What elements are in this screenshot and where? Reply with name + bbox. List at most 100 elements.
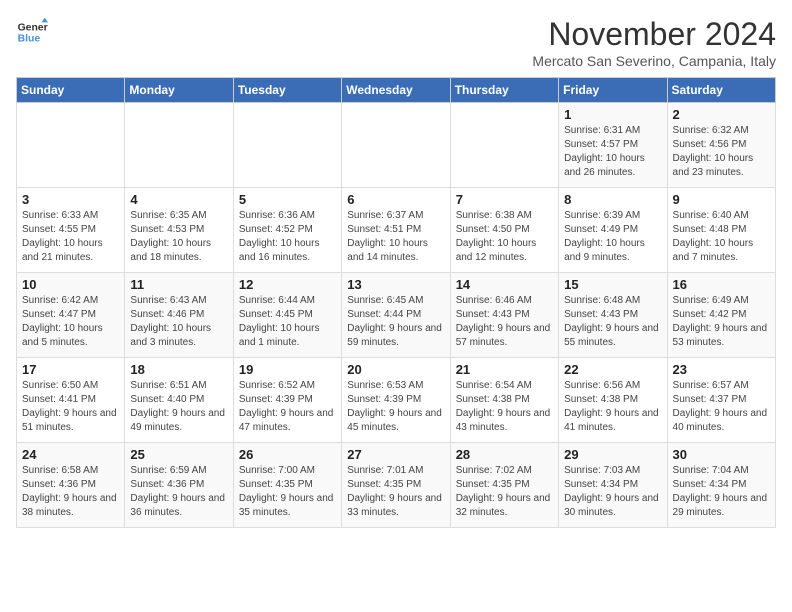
calendar-cell: 30 Sunrise: 7:04 AM Sunset: 4:34 PM Dayli… — [667, 443, 775, 528]
day-number: 24 — [22, 447, 119, 462]
calendar-table: SundayMondayTuesdayWednesdayThursdayFrid… — [16, 77, 776, 528]
day-info: Sunrise: 6:35 AM Sunset: 4:53 PM Dayligh… — [130, 209, 227, 265]
calendar-cell — [450, 103, 558, 188]
day-info: Sunrise: 6:33 AM Sunset: 4:55 PM Dayligh… — [22, 209, 119, 265]
calendar-cell: 4 Sunrise: 6:35 AM Sunset: 4:53 PM Daylig… — [125, 188, 233, 273]
calendar-cell: 13Sunrise: 6:45 AM Sunset: 4:44 PM Dayli… — [342, 273, 450, 358]
calendar-cell: 22 Sunrise: 6:56 AM Sunset: 4:38 PM Dayli… — [559, 358, 667, 443]
logo-icon: General Blue — [16, 16, 48, 48]
calendar-cell: 19Sunrise: 6:52 AM Sunset: 4:39 PM Dayli… — [233, 358, 341, 443]
day-info: Sunrise: 7:00 AM Sunset: 4:35 PM Dayligh… — [239, 464, 336, 520]
calendar-cell: 25 Sunrise: 6:59 AM Sunset: 4:36 PM Dayli… — [125, 443, 233, 528]
day-info: Sunrise: 6:40 AM Sunset: 4:48 PM Dayligh… — [673, 209, 770, 265]
calendar-cell: 16Sunrise: 6:49 AM Sunset: 4:42 PM Dayli… — [667, 273, 775, 358]
day-number: 19 — [239, 362, 336, 377]
calendar-cell: 28 Sunrise: 7:02 AM Sunset: 4:35 PM Dayli… — [450, 443, 558, 528]
calendar-cell: 21 Sunrise: 6:54 AM Sunset: 4:38 PM Dayli… — [450, 358, 558, 443]
day-number: 26 — [239, 447, 336, 462]
svg-text:General: General — [18, 22, 48, 33]
calendar-cell: 5 Sunrise: 6:36 AM Sunset: 4:52 PM Daylig… — [233, 188, 341, 273]
day-info: Sunrise: 7:03 AM Sunset: 4:34 PM Dayligh… — [564, 464, 661, 520]
calendar-cell: 29Sunrise: 7:03 AM Sunset: 4:34 PM Dayli… — [559, 443, 667, 528]
weekday-header-thursday: Thursday — [450, 78, 558, 103]
day-number: 10 — [22, 277, 119, 292]
day-info: Sunrise: 6:51 AM Sunset: 4:40 PM Dayligh… — [130, 379, 227, 435]
day-number: 20 — [347, 362, 444, 377]
calendar-cell: 26 Sunrise: 7:00 AM Sunset: 4:35 PM Dayli… — [233, 443, 341, 528]
day-info: Sunrise: 6:46 AM Sunset: 4:43 PM Dayligh… — [456, 294, 553, 350]
weekday-header-sunday: Sunday — [17, 78, 125, 103]
calendar-cell — [233, 103, 341, 188]
day-number: 14 — [456, 277, 553, 292]
calendar-cell — [125, 103, 233, 188]
day-number: 12 — [239, 277, 336, 292]
day-number: 7 — [456, 192, 553, 207]
day-info: Sunrise: 6:44 AM Sunset: 4:45 PM Dayligh… — [239, 294, 336, 350]
calendar-cell: 11 Sunrise: 6:43 AM Sunset: 4:46 PM Dayli… — [125, 273, 233, 358]
day-number: 23 — [673, 362, 770, 377]
day-number: 16 — [673, 277, 770, 292]
calendar-week-2: 3 Sunrise: 6:33 AM Sunset: 4:55 PM Daylig… — [17, 188, 776, 273]
calendar-cell: 27 Sunrise: 7:01 AM Sunset: 4:35 PM Dayli… — [342, 443, 450, 528]
location-subtitle: Mercato San Severino, Campania, Italy — [532, 53, 776, 69]
day-info: Sunrise: 6:53 AM Sunset: 4:39 PM Dayligh… — [347, 379, 444, 435]
day-info: Sunrise: 6:32 AM Sunset: 4:56 PM Dayligh… — [673, 124, 770, 180]
day-info: Sunrise: 6:48 AM Sunset: 4:43 PM Dayligh… — [564, 294, 661, 350]
day-number: 8 — [564, 192, 661, 207]
day-info: Sunrise: 7:02 AM Sunset: 4:35 PM Dayligh… — [456, 464, 553, 520]
calendar-cell: 23 Sunrise: 6:57 AM Sunset: 4:37 PM Dayli… — [667, 358, 775, 443]
day-info: Sunrise: 6:54 AM Sunset: 4:38 PM Dayligh… — [456, 379, 553, 435]
calendar-cell: 17Sunrise: 6:50 AM Sunset: 4:41 PM Dayli… — [17, 358, 125, 443]
day-info: Sunrise: 6:59 AM Sunset: 4:36 PM Dayligh… — [130, 464, 227, 520]
calendar-week-1: 1 Sunrise: 6:31 AM Sunset: 4:57 PM Daylig… — [17, 103, 776, 188]
calendar-cell: 7 Sunrise: 6:38 AM Sunset: 4:50 PM Daylig… — [450, 188, 558, 273]
calendar-week-3: 10 Sunrise: 6:42 AM Sunset: 4:47 PM Dayli… — [17, 273, 776, 358]
weekday-header-wednesday: Wednesday — [342, 78, 450, 103]
day-info: Sunrise: 6:43 AM Sunset: 4:46 PM Dayligh… — [130, 294, 227, 350]
day-info: Sunrise: 6:42 AM Sunset: 4:47 PM Dayligh… — [22, 294, 119, 350]
day-number: 25 — [130, 447, 227, 462]
calendar-week-4: 17Sunrise: 6:50 AM Sunset: 4:41 PM Dayli… — [17, 358, 776, 443]
day-info: Sunrise: 6:57 AM Sunset: 4:37 PM Dayligh… — [673, 379, 770, 435]
day-number: 22 — [564, 362, 661, 377]
calendar-cell: 12 Sunrise: 6:44 AM Sunset: 4:45 PM Dayli… — [233, 273, 341, 358]
day-info: Sunrise: 6:38 AM Sunset: 4:50 PM Dayligh… — [456, 209, 553, 265]
day-number: 18 — [130, 362, 227, 377]
calendar-cell: 24Sunrise: 6:58 AM Sunset: 4:36 PM Dayli… — [17, 443, 125, 528]
day-number: 28 — [456, 447, 553, 462]
calendar-cell: 1 Sunrise: 6:31 AM Sunset: 4:57 PM Daylig… — [559, 103, 667, 188]
day-number: 1 — [564, 107, 661, 122]
day-number: 5 — [239, 192, 336, 207]
day-info: Sunrise: 7:01 AM Sunset: 4:35 PM Dayligh… — [347, 464, 444, 520]
day-number: 4 — [130, 192, 227, 207]
calendar-cell: 2Sunrise: 6:32 AM Sunset: 4:56 PM Daylig… — [667, 103, 775, 188]
day-info: Sunrise: 6:36 AM Sunset: 4:52 PM Dayligh… — [239, 209, 336, 265]
calendar-cell: 8 Sunrise: 6:39 AM Sunset: 4:49 PM Daylig… — [559, 188, 667, 273]
day-info: Sunrise: 6:56 AM Sunset: 4:38 PM Dayligh… — [564, 379, 661, 435]
day-info: Sunrise: 7:04 AM Sunset: 4:34 PM Dayligh… — [673, 464, 770, 520]
day-number: 6 — [347, 192, 444, 207]
calendar-cell — [342, 103, 450, 188]
calendar-cell: 9Sunrise: 6:40 AM Sunset: 4:48 PM Daylig… — [667, 188, 775, 273]
day-number: 21 — [456, 362, 553, 377]
month-title: November 2024 — [532, 16, 776, 53]
calendar-week-5: 24Sunrise: 6:58 AM Sunset: 4:36 PM Dayli… — [17, 443, 776, 528]
day-info: Sunrise: 6:45 AM Sunset: 4:44 PM Dayligh… — [347, 294, 444, 350]
day-info: Sunrise: 6:31 AM Sunset: 4:57 PM Dayligh… — [564, 124, 661, 180]
weekday-header-friday: Friday — [559, 78, 667, 103]
svg-text:Blue: Blue — [18, 34, 41, 45]
day-info: Sunrise: 6:39 AM Sunset: 4:49 PM Dayligh… — [564, 209, 661, 265]
calendar-cell: 6 Sunrise: 6:37 AM Sunset: 4:51 PM Daylig… — [342, 188, 450, 273]
day-number: 27 — [347, 447, 444, 462]
page-header: General Blue November 2024 Mercato San S… — [16, 16, 776, 69]
calendar-cell: 15Sunrise: 6:48 AM Sunset: 4:43 PM Dayli… — [559, 273, 667, 358]
day-info: Sunrise: 6:37 AM Sunset: 4:51 PM Dayligh… — [347, 209, 444, 265]
day-number: 11 — [130, 277, 227, 292]
weekday-header-tuesday: Tuesday — [233, 78, 341, 103]
day-number: 3 — [22, 192, 119, 207]
logo: General Blue — [16, 16, 48, 48]
day-number: 30 — [673, 447, 770, 462]
weekday-header-row: SundayMondayTuesdayWednesdayThursdayFrid… — [17, 78, 776, 103]
calendar-cell: 18 Sunrise: 6:51 AM Sunset: 4:40 PM Dayli… — [125, 358, 233, 443]
calendar-cell — [17, 103, 125, 188]
